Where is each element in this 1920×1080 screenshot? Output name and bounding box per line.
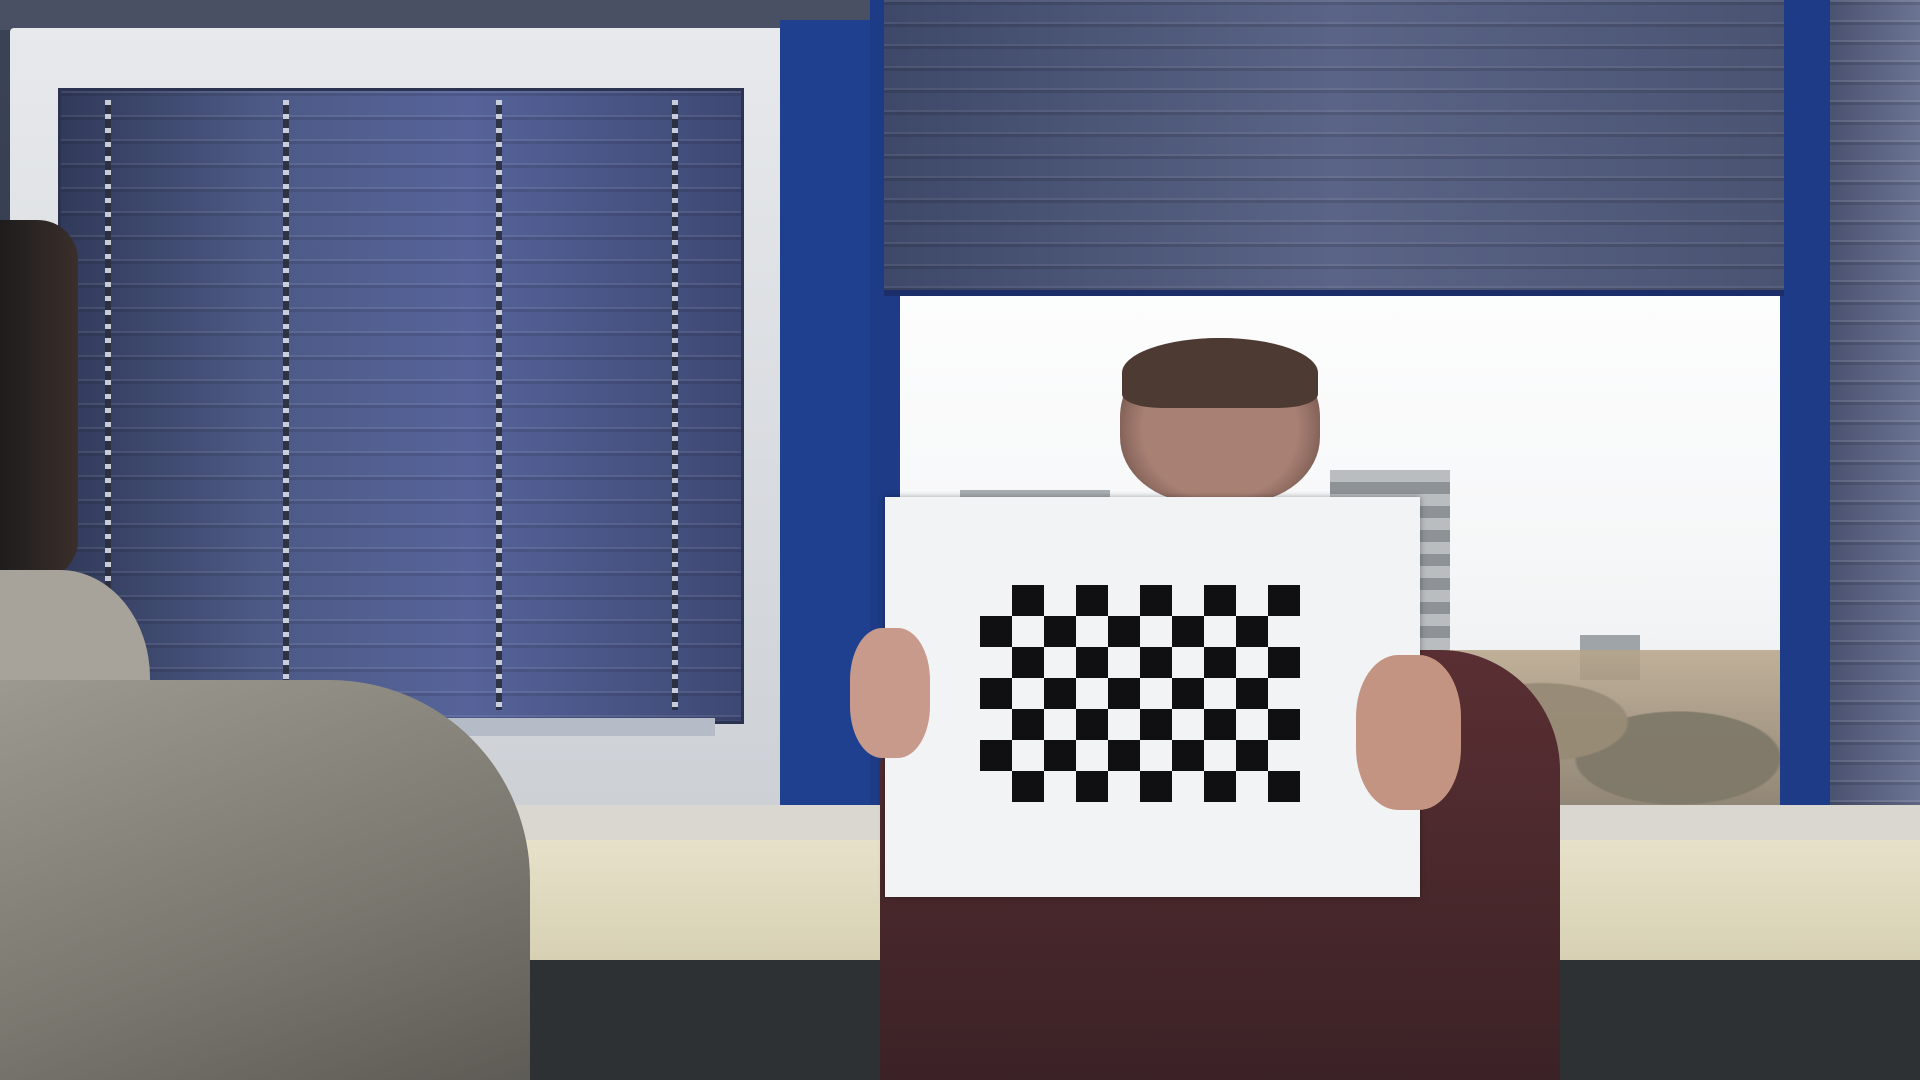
left-window-blind bbox=[58, 88, 744, 724]
checker-square bbox=[1140, 585, 1172, 616]
checker-square bbox=[1236, 616, 1268, 647]
checker-square bbox=[1268, 585, 1300, 616]
person-hair bbox=[1122, 338, 1318, 408]
checker-square bbox=[1044, 616, 1076, 647]
checker-square bbox=[1172, 678, 1204, 709]
checker-square bbox=[1076, 647, 1108, 678]
blind-cord bbox=[496, 100, 502, 710]
checker-square bbox=[1236, 740, 1268, 771]
checker-square bbox=[1012, 647, 1044, 678]
checker-square bbox=[1204, 771, 1236, 802]
checker-square bbox=[1076, 585, 1108, 616]
calibration-board bbox=[885, 497, 1420, 897]
checker-square bbox=[1268, 647, 1300, 678]
checker-square bbox=[1204, 709, 1236, 740]
blind-cord bbox=[283, 100, 289, 710]
checker-square bbox=[980, 616, 1012, 647]
checker-square bbox=[1172, 740, 1204, 771]
checker-square bbox=[980, 740, 1012, 771]
checker-square bbox=[1204, 585, 1236, 616]
checker-square bbox=[1268, 709, 1300, 740]
checker-square bbox=[1140, 771, 1172, 802]
foreground-person-head bbox=[0, 220, 78, 580]
checker-square bbox=[1012, 709, 1044, 740]
checker-square bbox=[1140, 647, 1172, 678]
checker-square bbox=[1108, 740, 1140, 771]
foreground-person-shoulder bbox=[0, 680, 530, 1080]
side-window-blind bbox=[1830, 0, 1920, 840]
checker-square bbox=[1268, 771, 1300, 802]
photo-scene bbox=[0, 0, 1920, 1080]
checker-square bbox=[1140, 709, 1172, 740]
checker-square bbox=[1108, 616, 1140, 647]
checker-square bbox=[1044, 678, 1076, 709]
checker-square bbox=[1044, 740, 1076, 771]
checker-square bbox=[1204, 647, 1236, 678]
blind-cord bbox=[672, 100, 678, 710]
checker-square bbox=[980, 678, 1012, 709]
left-hand bbox=[850, 628, 930, 758]
checker-square bbox=[1236, 678, 1268, 709]
checker-square bbox=[1076, 709, 1108, 740]
checker-square bbox=[1012, 771, 1044, 802]
checker-square bbox=[1108, 678, 1140, 709]
right-window-blind bbox=[884, 0, 1784, 296]
checker-square bbox=[1012, 585, 1044, 616]
checker-square bbox=[1076, 771, 1108, 802]
checker-square bbox=[1172, 616, 1204, 647]
right-hand bbox=[1356, 655, 1461, 810]
